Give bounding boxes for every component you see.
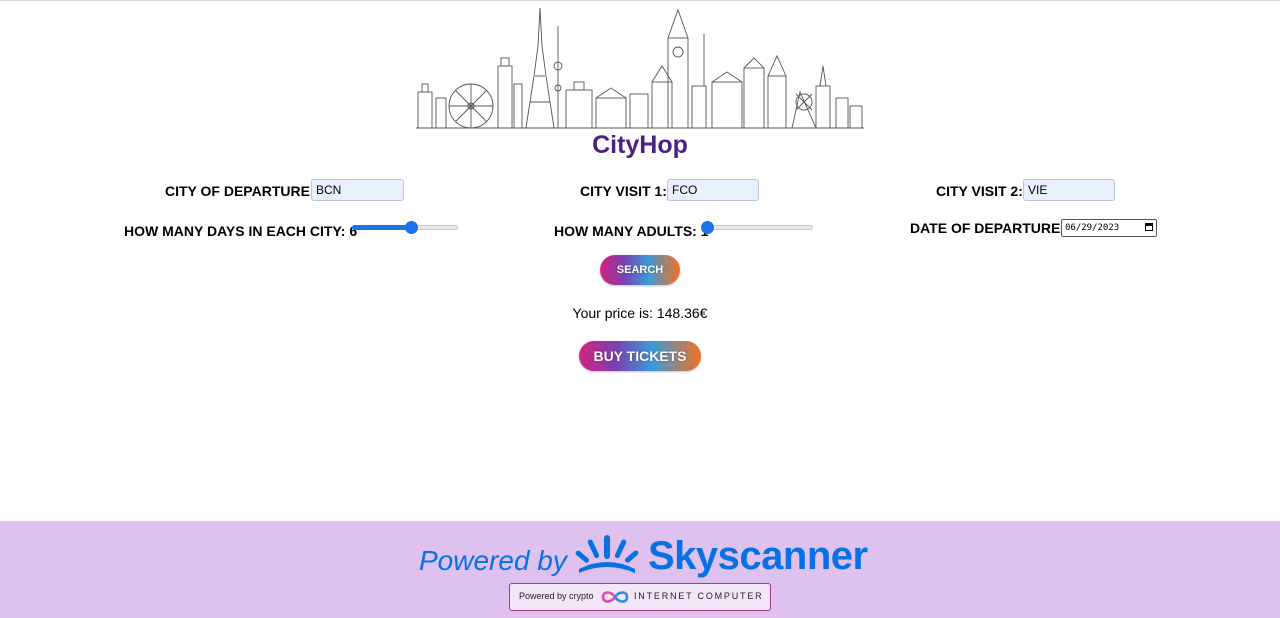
internet-computer-badge[interactable]: Powered by crypto INTERNET COMPUTER <box>509 583 771 611</box>
adults-slider-thumb[interactable] <box>701 221 714 234</box>
skyscanner-sun-logo <box>575 535 639 573</box>
days-slider-thumb[interactable] <box>404 221 418 234</box>
date-value: 06/29/2023 <box>1065 223 1120 233</box>
days-label: HOW MANY DAYS IN EACH CITY: 6 <box>124 223 358 239</box>
search-button[interactable]: SEARCH <box>600 255 680 285</box>
date-label: DATE OF DEPARTURE: <box>910 220 1066 236</box>
adults-slider[interactable] <box>701 220 813 236</box>
city-skyline-illustration <box>416 7 864 129</box>
city-visit-2-input[interactable] <box>1023 179 1115 201</box>
skyscanner-wordmark: Skyscanner <box>648 534 868 578</box>
badge-prefix: Powered by crypto <box>519 591 594 601</box>
badge-brand: INTERNET COMPUTER <box>634 591 764 601</box>
calendar-icon[interactable] <box>1145 223 1153 231</box>
buy-tickets-button[interactable]: BUY TICKETS <box>579 341 701 371</box>
top-divider <box>0 0 1280 1</box>
departure-label: CITY OF DEPARTURE: <box>165 183 315 199</box>
adults-label: HOW MANY ADULTS: 1 <box>554 223 709 239</box>
price-text: Your price is: 148.36€ <box>572 305 708 321</box>
infinity-icon <box>601 591 629 603</box>
app-title: CityHop <box>592 131 688 159</box>
city-visit-1-input[interactable] <box>667 179 759 201</box>
city-visit-2-label: CITY VISIT 2: <box>936 183 1023 199</box>
departure-input[interactable] <box>311 179 404 201</box>
days-slider[interactable] <box>352 220 458 236</box>
city-visit-1-label: CITY VISIT 1: <box>580 183 667 199</box>
date-input[interactable]: 06/29/2023 <box>1061 219 1157 237</box>
days-slider-fill <box>352 225 411 230</box>
powered-by-text: Powered by <box>419 545 567 576</box>
adults-slider-track <box>707 225 813 230</box>
